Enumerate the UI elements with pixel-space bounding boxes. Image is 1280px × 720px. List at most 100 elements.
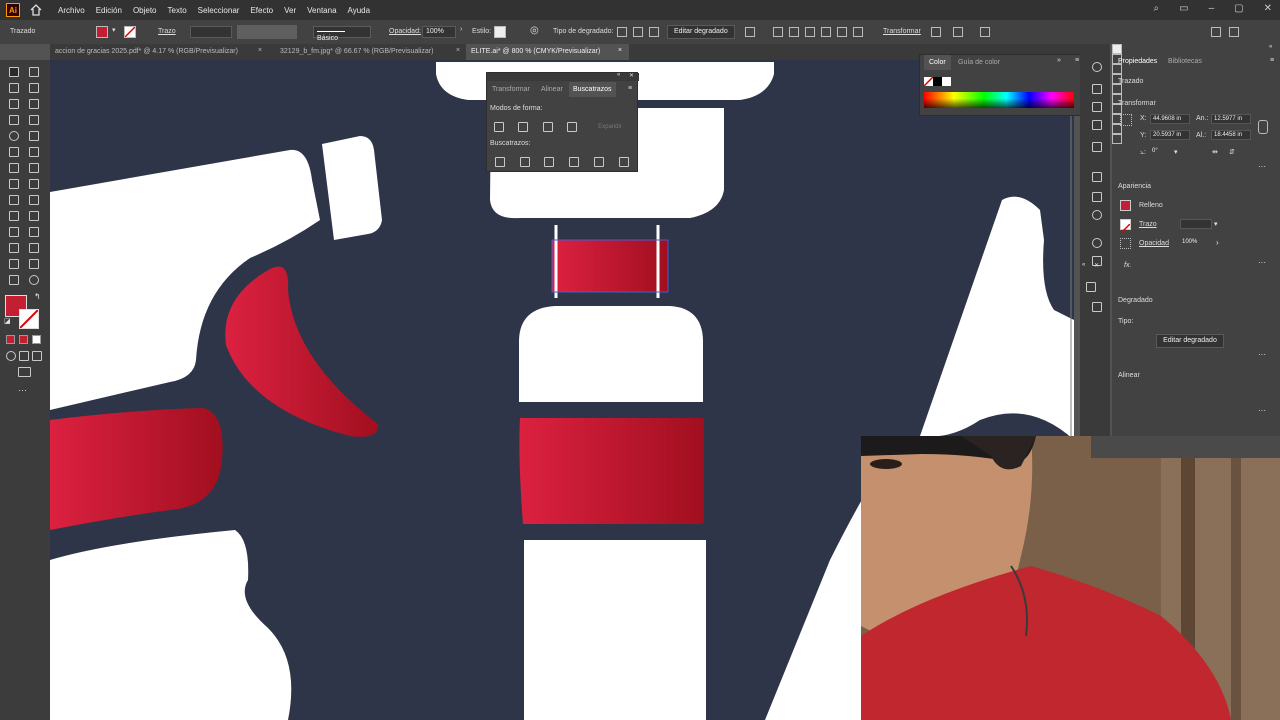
chevron-down-icon[interactable]: ▾ — [1174, 148, 1178, 156]
workspace-icon[interactable]: ▭ — [1179, 3, 1188, 14]
globe-icon[interactable]: ◎ — [530, 25, 539, 36]
appearance-icon[interactable] — [1092, 210, 1102, 220]
chevron-right-icon[interactable]: › — [1216, 238, 1219, 247]
panel-menu-icon[interactable]: ≡ — [1270, 57, 1274, 64]
align-top-icon[interactable] — [821, 27, 831, 37]
chevron-right-icon[interactable]: › — [460, 26, 462, 33]
tab-buscatrazos[interactable]: Buscatrazos — [569, 82, 616, 97]
menu-ayuda[interactable]: Ayuda — [348, 6, 371, 15]
fx-icon[interactable]: fx. — [1124, 262, 1131, 269]
brush-definition[interactable]: Básico — [313, 26, 371, 42]
x-field[interactable]: 44.9608 in — [1150, 114, 1190, 124]
menu-ventana[interactable]: Ventana — [307, 6, 336, 15]
shaper-tool-icon[interactable] — [9, 147, 19, 157]
edit-gradient-button[interactable]: Editar degradado — [1156, 334, 1224, 348]
tab-accion-de-gracias[interactable]: accion de gracias 2025.pdf* @ 4.17 % (RG… — [50, 44, 268, 60]
chevron-down-icon[interactable]: ▾ — [112, 26, 116, 34]
graphic-styles-icon[interactable] — [1092, 238, 1102, 248]
eyedropper-icon[interactable] — [9, 227, 19, 237]
tab-bibliotecas[interactable]: Bibliotecas — [1168, 54, 1202, 69]
free-transform-icon[interactable] — [29, 179, 39, 189]
layers-icon[interactable] — [1086, 282, 1096, 292]
tab-color[interactable]: Color — [924, 55, 951, 70]
width-tool-icon[interactable] — [9, 179, 19, 189]
panel-menu-icon[interactable]: ≡ — [1075, 57, 1079, 64]
brushes-icon[interactable] — [1092, 102, 1102, 112]
artboards-icon[interactable] — [1092, 302, 1102, 312]
stroke-label[interactable]: Trazo — [158, 28, 176, 35]
symbol-sprayer-icon[interactable] — [9, 243, 19, 253]
align-panel-icon[interactable] — [1092, 172, 1102, 182]
hand-tool-icon[interactable] — [9, 275, 19, 285]
stroke-swatch[interactable] — [124, 26, 136, 38]
close-icon[interactable]: ✕ — [1264, 3, 1272, 14]
height-field[interactable]: 18.4458 in — [1211, 130, 1251, 140]
gradient-mode-icon[interactable] — [19, 335, 28, 344]
exclude-icon[interactable] — [567, 122, 577, 132]
flip-horizontal-icon[interactable]: ⇹ — [1212, 148, 1218, 156]
magic-wand-icon[interactable] — [9, 83, 19, 93]
pen-tool-icon[interactable] — [9, 99, 19, 109]
flip-vertical-icon[interactable]: ⇵ — [1229, 148, 1235, 156]
home-icon[interactable] — [30, 4, 42, 16]
divide-icon[interactable] — [495, 157, 505, 167]
opacity-label[interactable]: Opacidad — [1139, 240, 1169, 247]
transform-button[interactable]: Transformar — [883, 28, 921, 35]
unite-icon[interactable] — [494, 122, 504, 132]
symbols-icon[interactable] — [1092, 120, 1102, 130]
more-options-icon[interactable]: ··· — [1258, 162, 1266, 171]
more-options-icon[interactable]: ··· — [1258, 350, 1266, 359]
recolor-icon[interactable] — [980, 27, 990, 37]
black-color-icon[interactable] — [933, 77, 942, 86]
panel-options-icon[interactable] — [1229, 27, 1239, 37]
menu-edicion[interactable]: Edición — [96, 6, 122, 15]
paintbrush-icon[interactable] — [29, 131, 39, 141]
transform-icon[interactable] — [931, 27, 941, 37]
menu-objeto[interactable]: Objeto — [133, 6, 157, 15]
rotate-tool-icon[interactable] — [9, 163, 19, 173]
color-mode-icon[interactable] — [6, 335, 15, 344]
y-field[interactable]: 20.5937 in — [1150, 130, 1190, 140]
more-options-icon[interactable]: ··· — [1258, 406, 1266, 415]
draw-inside-icon[interactable] — [32, 351, 42, 361]
stroke-panel-icon[interactable] — [1092, 142, 1102, 152]
menu-efecto[interactable]: Efecto — [250, 6, 273, 15]
arrange-documents-icon[interactable] — [1211, 27, 1221, 37]
close-icon[interactable]: ✕ — [1094, 262, 1099, 269]
swap-colors-icon[interactable]: ↰ — [34, 292, 41, 301]
ellipse-tool-icon[interactable] — [9, 131, 19, 141]
opacity-field[interactable]: 100% — [1180, 238, 1212, 248]
tab-alinear[interactable]: Alinear — [541, 82, 563, 97]
reference-point-icon[interactable] — [1120, 114, 1132, 126]
tab-guia-de-color[interactable]: Guía de color — [958, 55, 1000, 70]
none-mode-icon[interactable] — [32, 335, 41, 344]
gradient-tool-icon[interactable] — [29, 211, 39, 221]
column-graph-icon[interactable] — [29, 243, 39, 253]
shape-builder-icon[interactable] — [9, 195, 19, 205]
color-panel-icon[interactable] — [1092, 62, 1102, 72]
minus-front-icon[interactable] — [518, 122, 528, 132]
direct-selection-tool-icon[interactable] — [29, 67, 39, 77]
transparency-icon[interactable] — [1092, 192, 1102, 202]
more-tools-icon[interactable]: ··· — [18, 385, 27, 395]
search-icon[interactable]: ⌕ — [1154, 3, 1160, 14]
draw-behind-icon[interactable] — [19, 351, 29, 361]
close-icon[interactable]: ✕ — [629, 72, 634, 79]
close-tab-icon[interactable]: × — [456, 47, 460, 54]
chevron-down-icon[interactable]: ▾ — [1214, 220, 1218, 228]
menu-seleccionar[interactable]: Seleccionar — [198, 6, 240, 15]
opacity-label[interactable]: Opacidad: — [389, 28, 421, 35]
blend-tool-icon[interactable] — [29, 227, 39, 237]
collapse-icon[interactable]: « — [617, 72, 620, 78]
align-bottom-icon[interactable] — [1112, 134, 1122, 144]
screen-mode-icon[interactable] — [18, 367, 31, 377]
mesh-tool-icon[interactable] — [9, 211, 19, 221]
align-center-icon[interactable] — [789, 27, 799, 37]
tab-transformar[interactable]: Transformar — [492, 82, 530, 97]
close-tab-icon[interactable]: × — [618, 47, 622, 54]
maximize-icon[interactable]: ▢ — [1234, 3, 1243, 14]
stroke-color-swatch[interactable] — [19, 309, 39, 329]
slice-tool-icon[interactable] — [29, 259, 39, 269]
crop-icon[interactable] — [569, 157, 579, 167]
menu-archivo[interactable]: Archivo — [58, 6, 85, 15]
